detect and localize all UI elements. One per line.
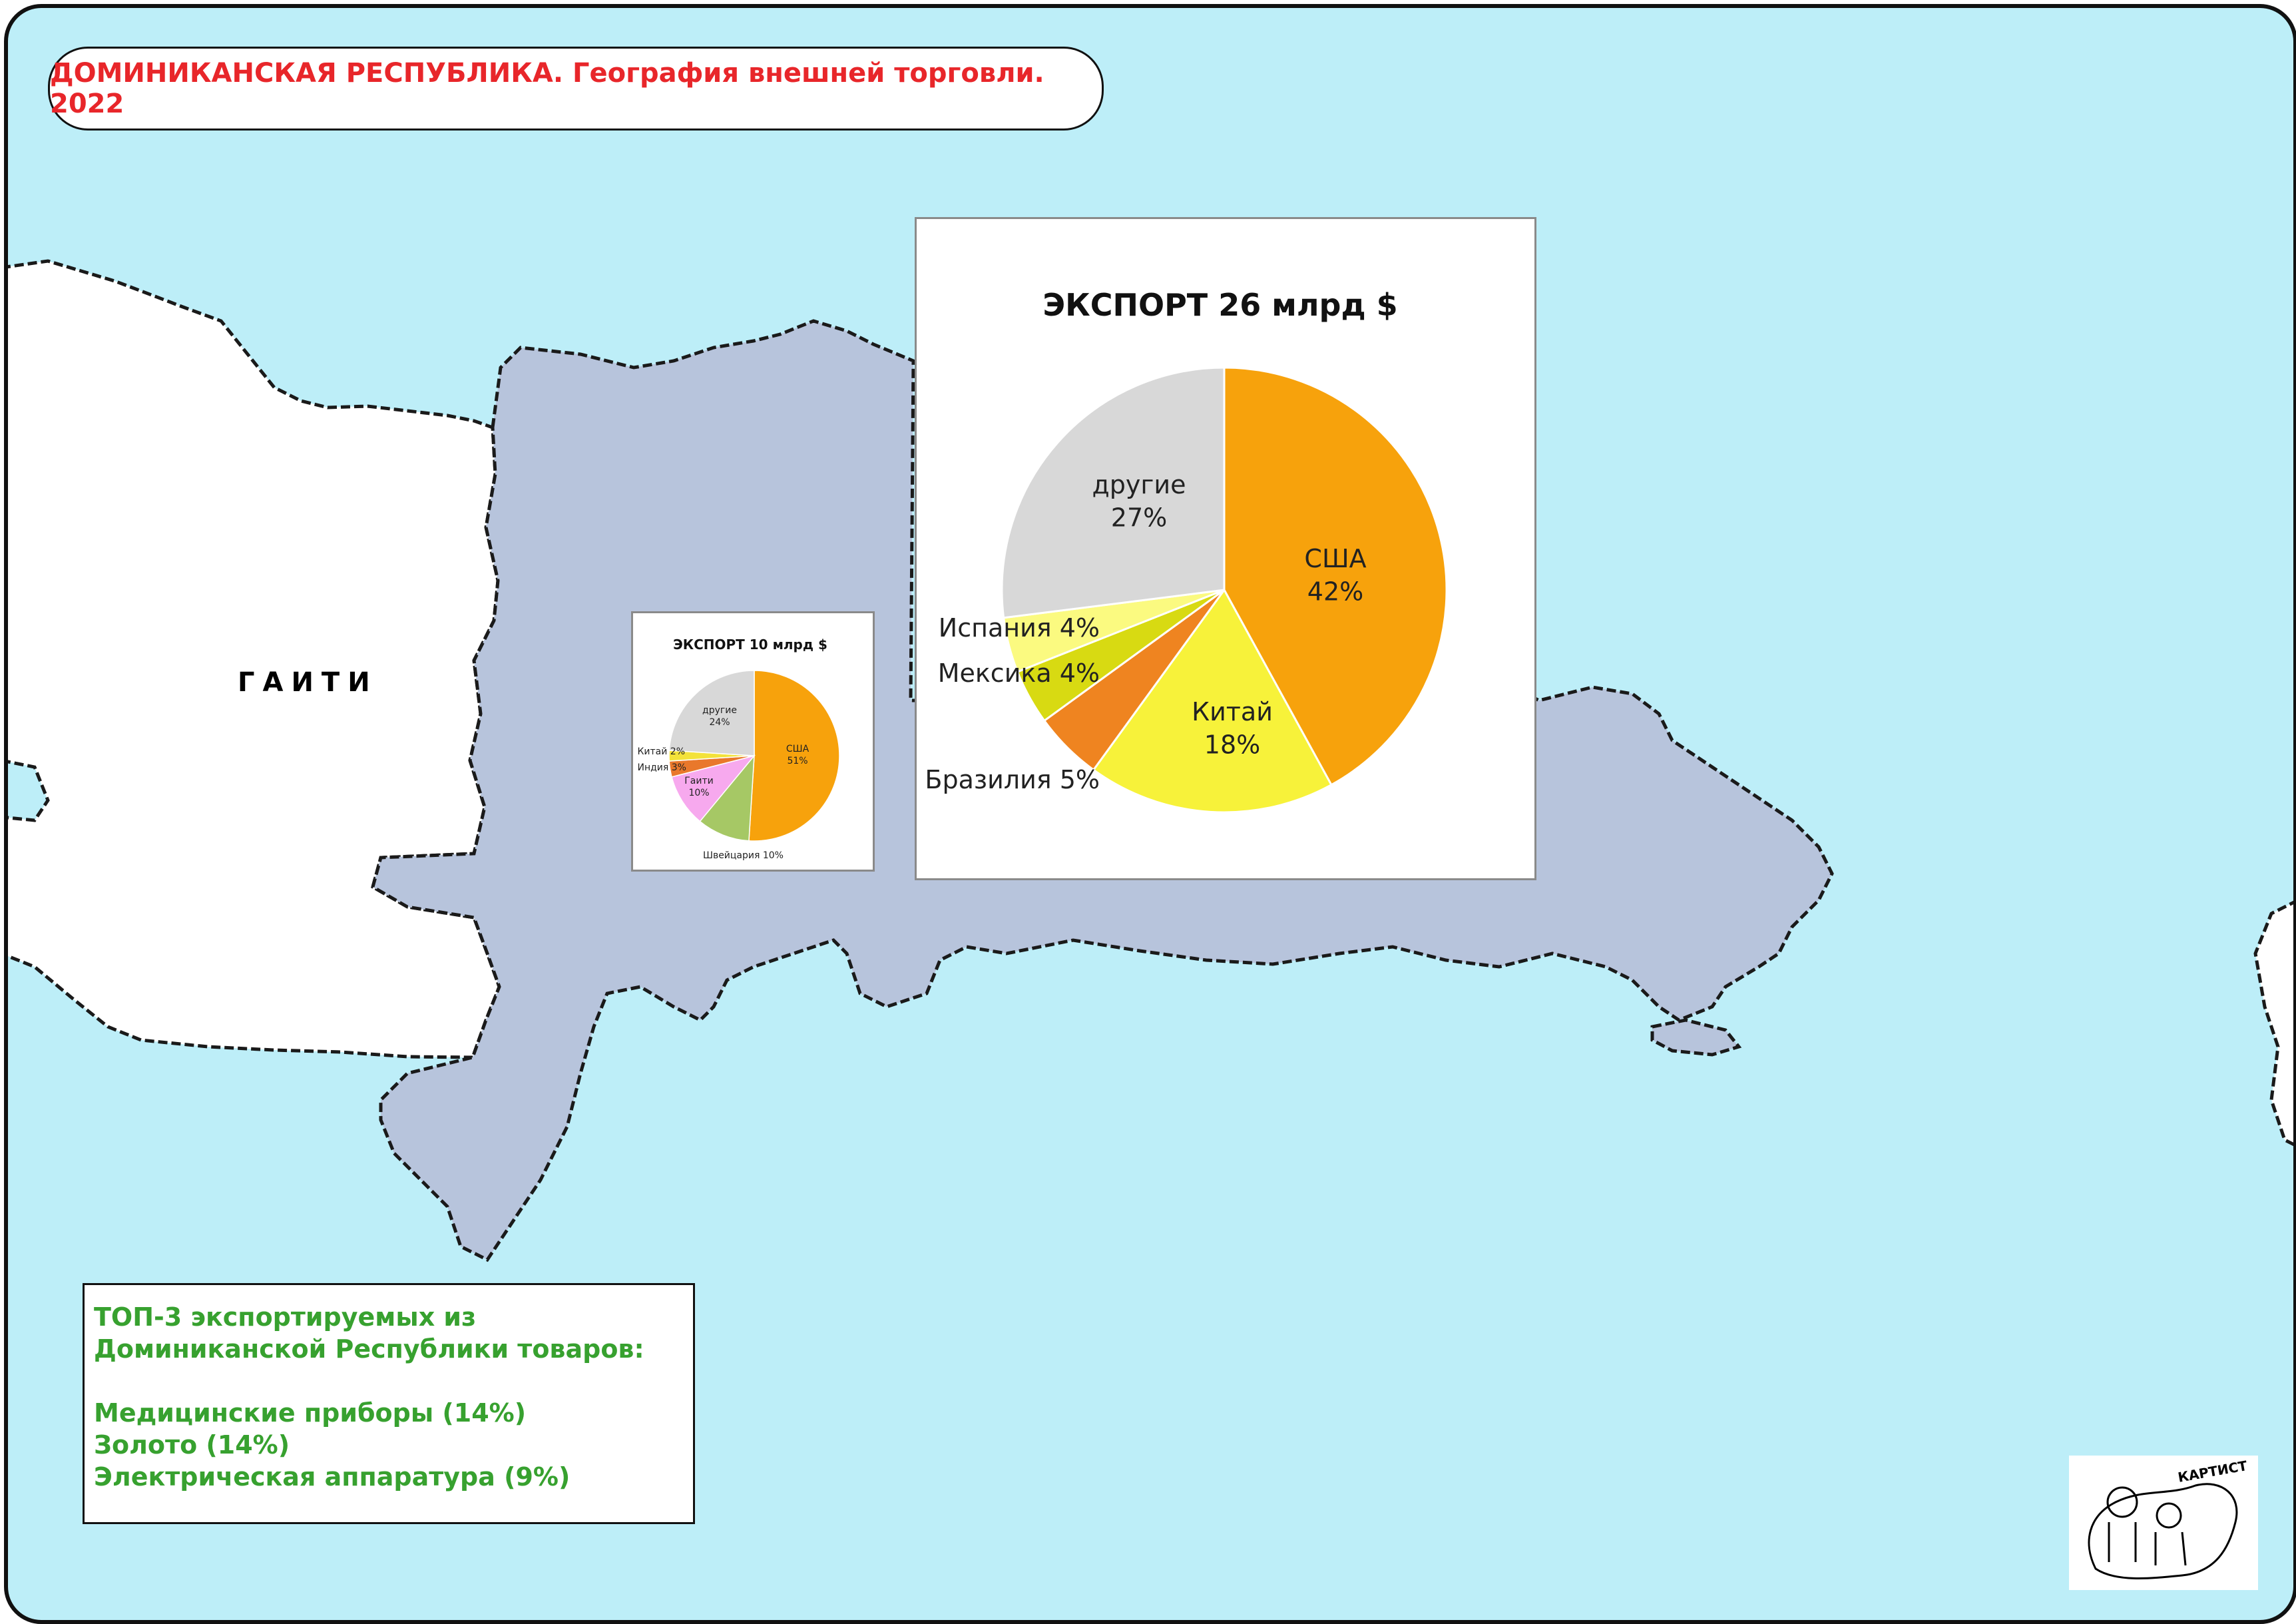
slice-value: 42% xyxy=(1307,577,1363,606)
slice-label: Китай 2% xyxy=(637,746,685,757)
slice-label: другие xyxy=(702,705,737,716)
top-exports-heading-2: Доминиканской Республики товаров: xyxy=(94,1334,644,1364)
logo-drawing: КАРТИСТ xyxy=(2088,1458,2249,1579)
small-export-pie: ЭКСПОРТ 10 млрд $ США 51% Швейцария 10% Гаит… xyxy=(637,637,840,861)
big-export-chart: ЭКСПОРТ 26 млрд $ США 42% Китай 18% Бразилия … xyxy=(915,217,1536,880)
slice-label: Испания 4% xyxy=(939,613,1100,643)
top-exports-heading-1: ТОП-3 экспортируемых из xyxy=(94,1302,477,1332)
slice-value: 24% xyxy=(709,717,730,728)
slice-label: Бразилия 5% xyxy=(925,765,1100,794)
slice-value: 51% xyxy=(787,756,807,766)
haiti-label: ГАИТИ xyxy=(238,667,378,698)
slice-label: Китай xyxy=(1192,697,1273,726)
slice-value: 27% xyxy=(1111,503,1167,532)
slice-label: США xyxy=(786,744,809,754)
chart-title: ЭКСПОРТ 10 млрд $ xyxy=(673,637,827,653)
logo-text: КАРТИСТ xyxy=(2177,1458,2249,1486)
top-export-item-3: Электрическая аппаратура (9%) xyxy=(94,1462,571,1491)
big-export-pie: ЭКСПОРТ 26 млрд $ США 42% Китай 18% Бразилия … xyxy=(925,287,1448,814)
slice-label: США xyxy=(1304,544,1366,573)
puerto-rico-land xyxy=(2253,900,2293,1147)
slice-label: Мексика 4% xyxy=(938,659,1100,688)
top-exports-box: ТОП-3 экспортируемых из Доминиканской Ре… xyxy=(83,1283,695,1524)
slice-value: 18% xyxy=(1204,730,1260,759)
map-title: ДОМИНИКАНСКАЯ РЕСПУБЛИКА. География внеш… xyxy=(48,47,1104,131)
kartist-logo: КАРТИСТ xyxy=(2069,1456,2258,1590)
small-export-chart: ЭКСПОРТ 10 млрд $ США 51% Швейцария 10% Гаит… xyxy=(631,611,875,872)
slice-value: 10% xyxy=(688,788,709,798)
slice-label: Швейцария 10% xyxy=(703,850,784,861)
chart-title: ЭКСПОРТ 26 млрд $ xyxy=(1042,287,1397,323)
slice-label: Гаити xyxy=(684,776,713,786)
top-export-item-2: Золото (14%) xyxy=(94,1430,290,1460)
slice-label: Индия 3% xyxy=(638,762,687,773)
slice-label: другие xyxy=(1092,470,1186,499)
map-frame: ДОМИНИКАНСКАЯ РЕСПУБЛИКА. География внеш… xyxy=(4,4,2296,1624)
top-export-item-1: Медицинские приборы (14%) xyxy=(94,1398,527,1428)
saona-island xyxy=(1650,1018,1742,1057)
